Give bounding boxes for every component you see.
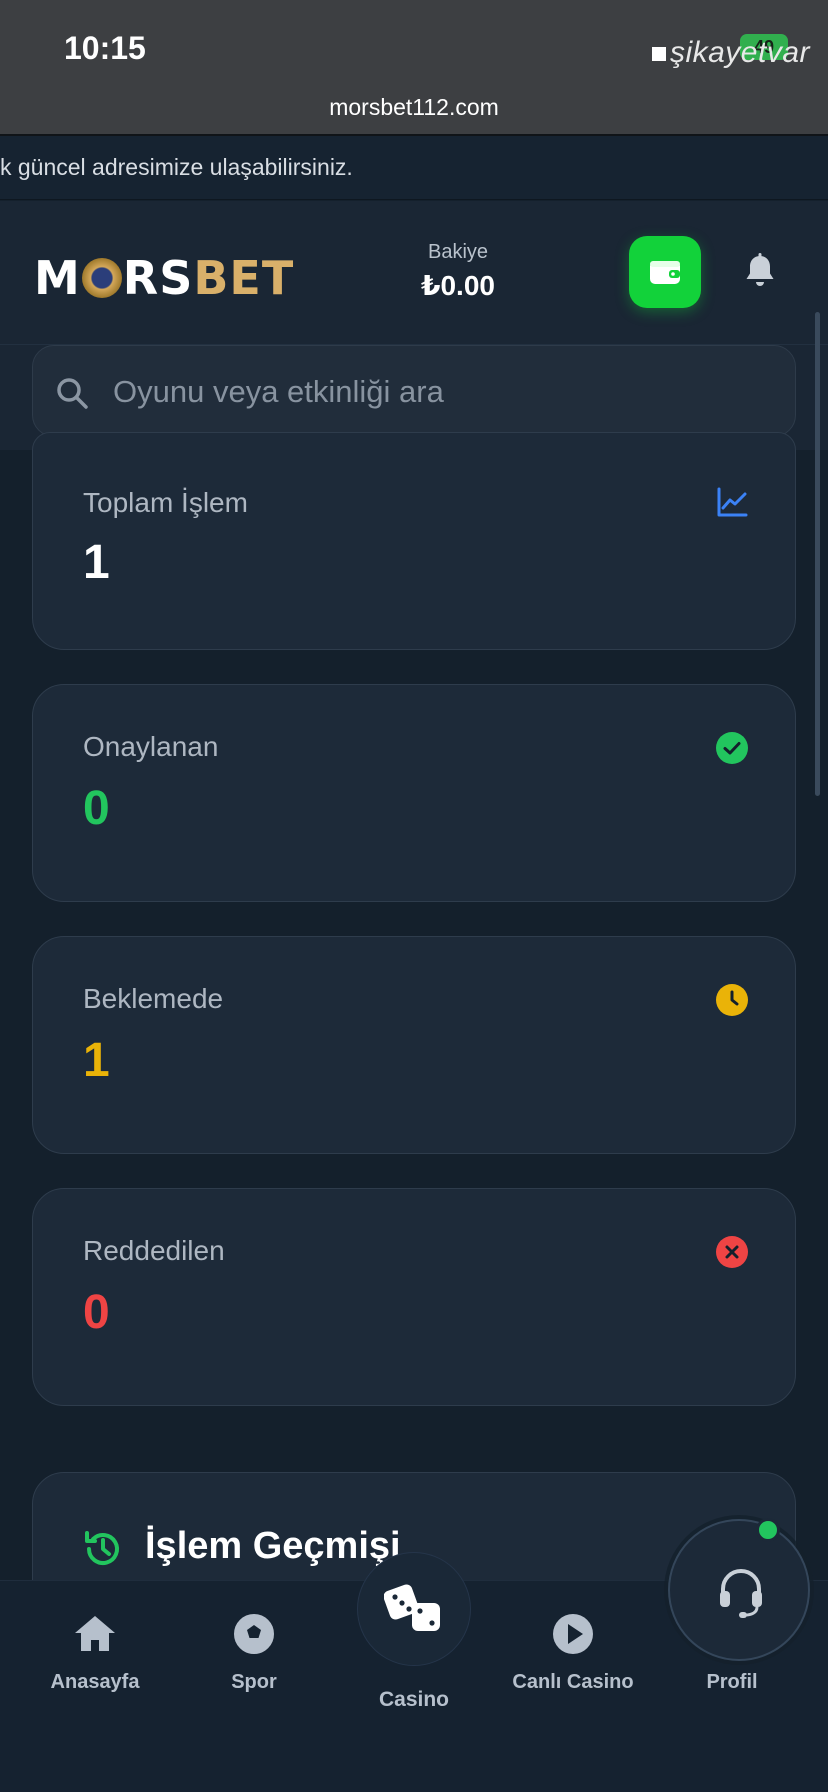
site-header: M RSBET Bakiye ₺0.00 — [0, 201, 828, 345]
stat-value: 1 — [83, 1034, 110, 1087]
nav-item-home[interactable]: Anasayfa — [15, 1611, 175, 1694]
x-circle-icon — [716, 1236, 748, 1268]
nav-label-casino: Casino — [378, 1688, 449, 1711]
morsbet-logo[interactable]: M RSBET — [34, 251, 294, 305]
soccer-ball-icon — [234, 1614, 274, 1654]
logo-text-rs: RS — [122, 251, 194, 305]
stat-label: Reddedilen — [83, 1235, 225, 1266]
app-screen: 10:15 49 şikayetvar morsbet112.com k gün… — [0, 0, 828, 1792]
chart-line-icon — [717, 487, 748, 517]
search-icon — [57, 378, 88, 409]
logo-coin-icon — [81, 258, 122, 298]
online-status-dot — [756, 1518, 780, 1542]
stat-label: Toplam İşlem — [83, 487, 248, 518]
headset-icon — [720, 1569, 762, 1618]
search-input[interactable] — [113, 368, 773, 416]
stat-card-approved: Onaylanan 0 — [32, 684, 796, 902]
balance-label: Bakiye — [427, 241, 489, 263]
balance-value: ₺0.00 — [421, 270, 495, 301]
browser-top-bar: 10:15 49 şikayetvar morsbet112.com — [0, 0, 828, 136]
nav-item-sport[interactable]: Spor — [174, 1611, 334, 1694]
ticker-text: k güncel adresimize ulaşabilirsiniz. — [0, 154, 353, 180]
wallet-icon — [650, 261, 680, 284]
stat-card-pending: Beklemede 1 — [32, 936, 796, 1154]
watermark: şikayetvar — [651, 36, 810, 70]
check-circle-icon — [716, 732, 748, 764]
play-circle-icon — [553, 1614, 593, 1654]
history-icon — [85, 1531, 119, 1565]
live-support-button[interactable] — [668, 1519, 810, 1661]
history-title: İşlem Geçmişi — [145, 1525, 401, 1567]
nav-label: Anasayfa — [50, 1671, 140, 1693]
nav-label: Canlı Casino — [512, 1671, 634, 1693]
announcement-ticker: k güncel adresimize ulaşabilirsiniz. — [0, 136, 828, 200]
nav-label: Profil — [706, 1671, 758, 1693]
signal-icon — [651, 47, 666, 62]
search-box[interactable] — [32, 345, 796, 437]
wallet-button[interactable] — [629, 236, 701, 308]
status-time: 10:15 — [64, 30, 146, 66]
scrollbar[interactable] — [815, 312, 820, 796]
home-icon — [75, 1616, 115, 1651]
stat-value: 0 — [83, 1286, 110, 1339]
nav-label: Spor — [231, 1671, 277, 1693]
stat-label: Beklemede — [83, 983, 224, 1014]
logo-text-bet: BET — [193, 251, 295, 305]
stat-label: Onaylanan — [83, 731, 219, 762]
stat-value: 1 — [83, 536, 110, 589]
nav-item-live-casino[interactable]: Canlı Casino — [493, 1611, 653, 1694]
stat-card-rejected: Reddedilen 0 — [32, 1188, 796, 1406]
stat-value: 0 — [83, 782, 110, 835]
clock-icon — [716, 984, 748, 1016]
watermark-text: şikayetvar — [669, 36, 810, 69]
dice-icon — [384, 1584, 440, 1631]
notification-bell-icon[interactable] — [740, 251, 780, 291]
stat-card-total: Toplam İşlem 1 — [32, 432, 796, 650]
logo-text-m: M — [34, 251, 81, 305]
nav-item-casino[interactable] — [357, 1552, 471, 1666]
url-bar[interactable]: morsbet112.com — [0, 94, 828, 121]
